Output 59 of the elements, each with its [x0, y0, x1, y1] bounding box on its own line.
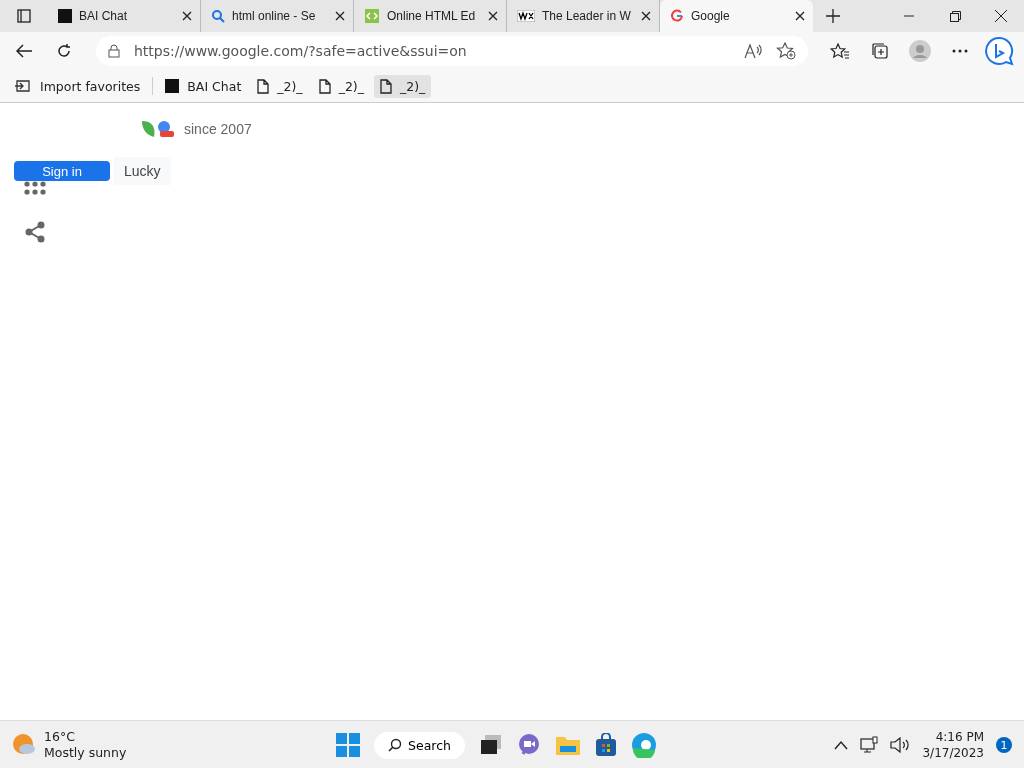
url-text: https://www.google.com/?safe=active&ssui=on: [134, 43, 468, 59]
volume-icon[interactable]: [890, 737, 911, 753]
read-aloud-icon[interactable]: [744, 43, 762, 59]
chevron-up-icon[interactable]: [834, 740, 849, 750]
favorite-link[interactable]: BAI Chat: [159, 74, 248, 98]
address-bar[interactable]: https://www.google.com/?safe=active&ssui=on: [96, 36, 808, 66]
network-icon[interactable]: [860, 736, 879, 754]
clock-time[interactable]: 4:16 PM: [922, 729, 984, 745]
browser-tab[interactable]: Google: [660, 0, 813, 32]
video-chat-icon[interactable]: [516, 733, 541, 757]
favorite-link[interactable]: Import favorites: [8, 74, 147, 98]
tab-title: html online - Se: [232, 9, 317, 23]
temperature-text: 16°C: [44, 729, 76, 745]
favorite-label: _2)_: [277, 78, 303, 94]
close-icon[interactable]: [795, 11, 805, 21]
taskbar-search[interactable]: Search: [374, 731, 465, 759]
tagline-text: since 2007: [184, 121, 252, 137]
app-logo-icon: [58, 9, 72, 23]
favorite-label: _2)_: [338, 78, 364, 94]
browser-icon[interactable]: [630, 732, 657, 758]
apps-grid-icon[interactable]: [24, 181, 46, 195]
code-icon: [364, 8, 380, 24]
lucky-button[interactable]: Lucky: [114, 157, 171, 185]
page-icon: [257, 78, 270, 94]
leaf-icon: [140, 119, 176, 139]
favorite-link[interactable]: _2)_: [373, 74, 432, 98]
import-icon: [14, 78, 32, 94]
page-icon: [379, 78, 392, 94]
clock-date[interactable]: 3/17/2023: [922, 745, 984, 761]
close-icon[interactable]: [182, 11, 192, 21]
close-icon[interactable]: [335, 11, 345, 21]
lock-icon: [108, 44, 120, 58]
favorite-label: BAI Chat: [187, 78, 242, 94]
tab-title: Online HTML Ed: [387, 9, 477, 23]
search-icon: [388, 738, 402, 752]
sign-in-button[interactable]: Sign in: [14, 161, 110, 181]
share-icon[interactable]: [24, 221, 46, 243]
close-icon[interactable]: [488, 11, 498, 21]
start-icon[interactable]: [336, 733, 360, 757]
close-icon[interactable]: [641, 11, 651, 21]
tab-title: BAI Chat: [79, 9, 129, 23]
tab-title: The Leader in W: [542, 9, 632, 23]
favorite-link[interactable]: _2)_: [251, 74, 309, 98]
chat-bubble-icon[interactable]: [984, 35, 1016, 67]
page-icon: [318, 78, 331, 94]
app-logo-icon: [165, 79, 180, 93]
store-bag-icon[interactable]: [594, 733, 617, 757]
task-view-icon[interactable]: [478, 733, 503, 757]
notification-badge[interactable]: 1: [996, 737, 1012, 753]
tab-title: Google: [691, 9, 731, 23]
favorite-label: _2)_: [399, 78, 426, 94]
favorite-link[interactable]: _2)_: [312, 74, 370, 98]
weather-text: Mostly sunny: [44, 745, 127, 761]
search-icon: [211, 9, 225, 23]
google-g-icon: [670, 9, 684, 23]
favorite-label: Import favorites: [40, 78, 141, 94]
add-favorite-icon[interactable]: [776, 42, 796, 60]
folder-icon[interactable]: [554, 734, 581, 756]
site-logo-icon: [517, 10, 535, 22]
